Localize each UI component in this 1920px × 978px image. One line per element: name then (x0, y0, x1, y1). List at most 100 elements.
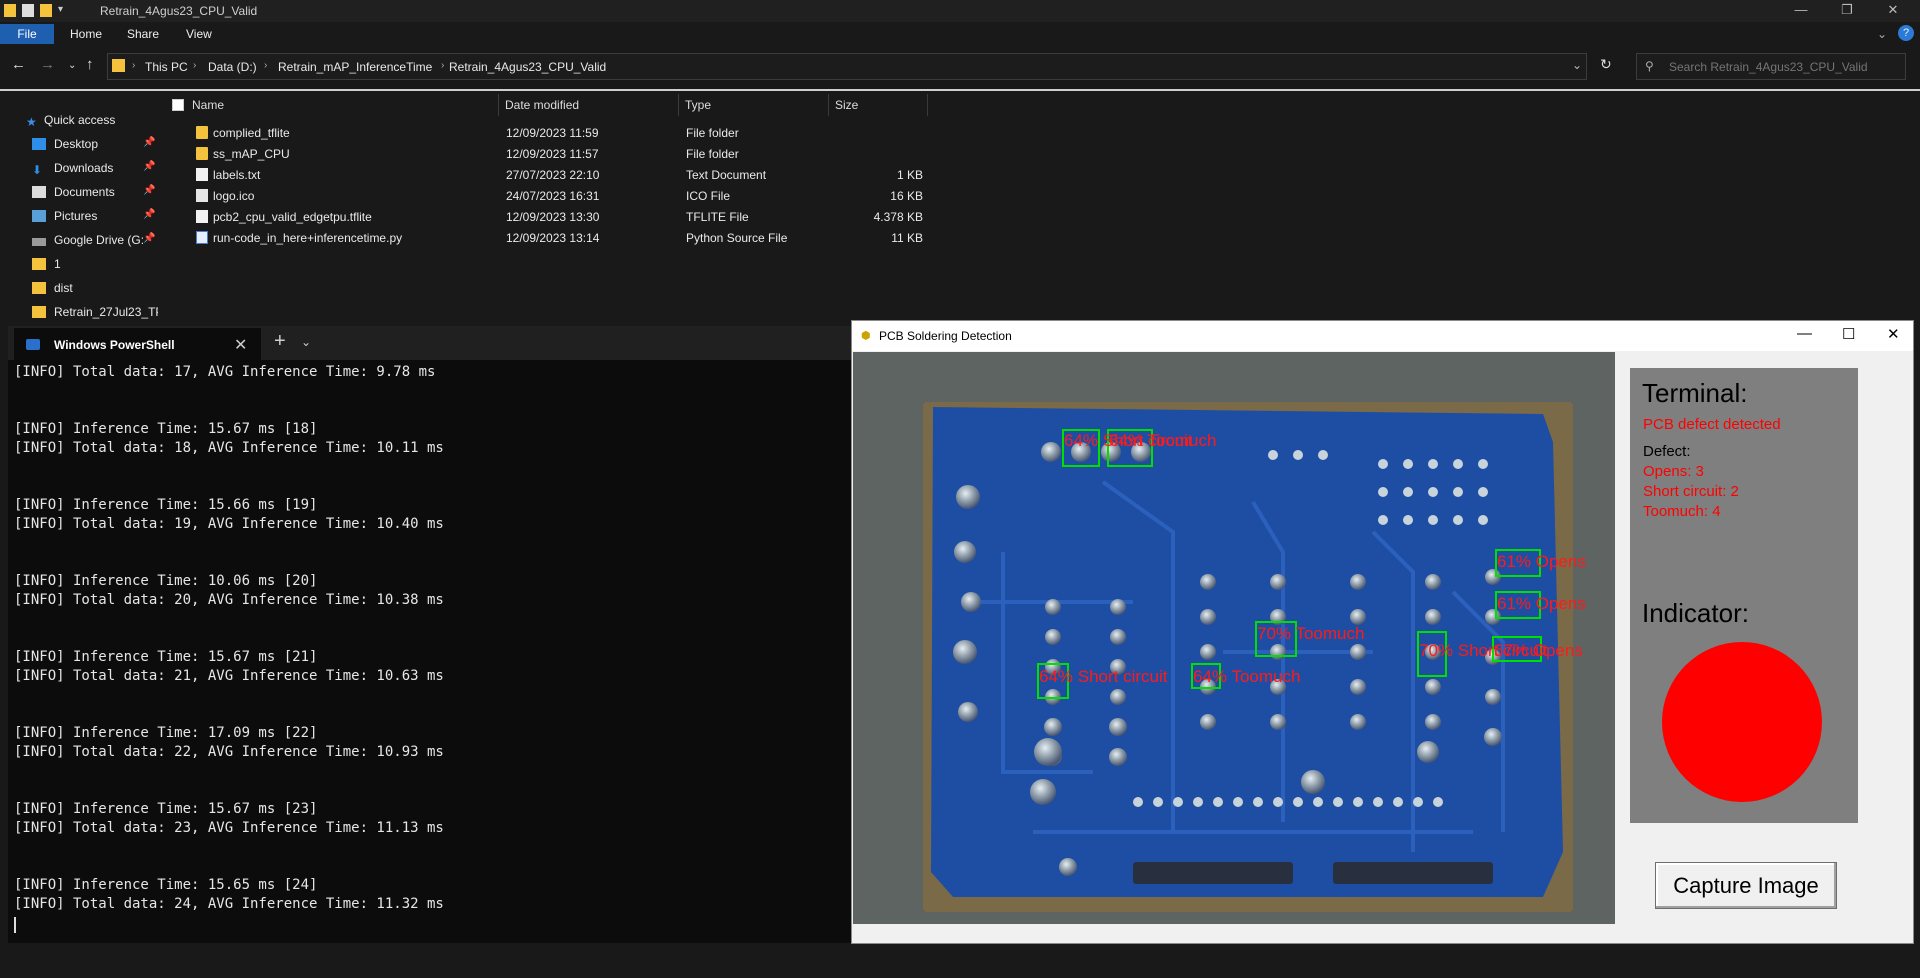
explorer-titlebar: ▾ Retrain_4Agus23_CPU_Valid — ❐ ✕ (0, 0, 1920, 22)
ribbon-expand-icon[interactable]: ⌄ (1877, 27, 1887, 41)
search-input[interactable] (1669, 60, 1899, 74)
tab-share[interactable]: Share (127, 27, 159, 41)
breadcrumb-current-folder[interactable]: Retrain_4Agus23_CPU_Valid (449, 60, 606, 74)
terminal-line: [INFO] Total data: 17, AVG Inference Tim… (14, 364, 436, 380)
pin-icon[interactable]: 📌 (143, 137, 155, 148)
file-row[interactable]: logo.ico 24/07/2023 16:31 ICO File 16 KB (168, 186, 928, 207)
refresh-icon[interactable]: ↻ (1600, 56, 1612, 73)
nav-item-pictures[interactable]: Pictures (32, 206, 97, 226)
detection-label: 70% Toomuch (1257, 624, 1364, 643)
terminal-line: [INFO] Total data: 21, AVG Inference Tim… (14, 668, 444, 684)
nav-item-quick-access[interactable]: ★ Quick access (26, 110, 115, 130)
file-size: 11 KB (891, 231, 923, 245)
terminal-line: [INFO] Total data: 24, AVG Inference Tim… (14, 896, 444, 912)
recent-locations-icon[interactable]: ⌄ (68, 60, 76, 71)
terminal-line: [INFO] Inference Time: 15.66 ms [19] (14, 497, 318, 513)
pin-icon[interactable]: 📌 (143, 209, 155, 220)
breadcrumb-data-drive[interactable]: Data (D:) (208, 60, 257, 74)
select-all-checkbox[interactable] (172, 99, 184, 111)
file-icon (196, 210, 208, 223)
terminal-line: [INFO] Inference Time: 10.06 ms [20] (14, 573, 318, 589)
new-folder-icon[interactable] (40, 4, 52, 17)
column-header-type[interactable]: Type (679, 94, 829, 116)
column-header-name[interactable]: Name (186, 94, 499, 116)
ribbon-tabs: File Home Share View ⌄ ? (0, 22, 1920, 46)
detection-label: 61% Opens (1497, 594, 1586, 613)
properties-icon[interactable] (22, 4, 34, 17)
close-icon[interactable]: ✕ (1870, 0, 1916, 22)
column-header-date[interactable]: Date modified (499, 94, 679, 116)
search-box[interactable]: ⚲ (1636, 53, 1906, 80)
file-row[interactable]: labels.txt 27/07/2023 22:10 Text Documen… (168, 165, 928, 186)
file-type: File folder (686, 147, 739, 161)
detection-label: 61% Opens (1497, 552, 1586, 571)
tab-view[interactable]: View (186, 27, 212, 41)
tab-home[interactable]: Home (70, 27, 102, 41)
breadcrumb-retrain-map[interactable]: Retrain_mAP_InferenceTime (278, 60, 432, 74)
file-name: run-code_in_here+inferencetime.py (213, 231, 403, 245)
chevron-down-icon[interactable]: ▾ (58, 4, 66, 17)
forward-icon[interactable]: → (40, 56, 55, 73)
powershell-window: Windows PowerShell ✕ + ⌄ [INFO] Total da… (8, 326, 851, 943)
address-dropdown-icon[interactable]: ⌄ (1572, 58, 1582, 72)
nav-item-desktop[interactable]: Desktop (32, 134, 98, 154)
toolbar-divider (0, 89, 1920, 91)
tab-file[interactable]: File (0, 24, 54, 44)
nav-item-google-drive[interactable]: Google Drive (G: (32, 230, 158, 250)
detection-label: 64% Toomuch (1109, 431, 1216, 450)
nav-item-downloads[interactable]: ⬇ Downloads (32, 158, 113, 178)
file-name: logo.ico (213, 189, 255, 203)
address-bar[interactable]: › This PC › Data (D:) › Retrain_mAP_Infe… (107, 53, 1587, 80)
tab-windows-powershell[interactable]: Windows PowerShell ✕ (14, 328, 261, 360)
terminal-tab-bar: Windows PowerShell ✕ + ⌄ (8, 326, 851, 360)
pin-icon[interactable]: 📌 (143, 161, 155, 172)
defect-toomuch: Toomuch: 4 (1643, 503, 1721, 520)
breadcrumb-separator: › (132, 60, 136, 71)
nav-item-documents[interactable]: Documents (32, 182, 115, 202)
breadcrumb-separator: › (193, 60, 197, 71)
close-tab-icon[interactable]: ✕ (234, 335, 247, 355)
app-logo-icon: ⬢ (861, 330, 871, 342)
restore-icon[interactable]: ❐ (1824, 0, 1870, 22)
close-icon[interactable]: ✕ (1887, 325, 1900, 343)
nav-item-retrain-27jul[interactable]: Retrain_27Jul23_TPU (32, 302, 158, 322)
file-row[interactable]: run-code_in_here+inferencetime.py 12/09/… (168, 228, 928, 249)
file-row[interactable]: ss_mAP_CPU 12/09/2023 11:57 File folder (168, 144, 928, 165)
minimize-icon[interactable]: — (1778, 0, 1824, 22)
nav-item-1[interactable]: 1 (32, 254, 61, 274)
capture-image-button[interactable]: Capture Image (1655, 862, 1837, 909)
file-date: 12/09/2023 13:14 (506, 231, 600, 245)
nav-item-dist[interactable]: dist (32, 278, 73, 298)
documents-icon (32, 186, 46, 198)
breadcrumb-this-pc[interactable]: This PC (145, 60, 188, 74)
file-date: 12/09/2023 11:59 (506, 126, 599, 140)
chevron-down-icon[interactable]: ⌄ (301, 335, 311, 349)
folder-icon (196, 126, 208, 139)
back-icon[interactable]: ← (11, 56, 26, 73)
folder-icon[interactable] (4, 4, 16, 17)
search-icon: ⚲ (1645, 59, 1654, 73)
up-icon[interactable]: ↑ (86, 56, 94, 73)
file-type: File folder (686, 126, 739, 140)
terminal-line: [INFO] Inference Time: 15.67 ms [21] (14, 649, 318, 665)
tab-title: Windows PowerShell (54, 338, 175, 352)
pin-icon[interactable]: 📌 (143, 185, 155, 196)
file-row[interactable]: complied_tflite 12/09/2023 11:59 File fo… (168, 123, 928, 144)
file-row[interactable]: pcb2_cpu_valid_edgetpu.tflite 12/09/2023… (168, 207, 928, 228)
file-type: ICO File (686, 189, 731, 203)
maximize-icon[interactable]: ☐ (1842, 325, 1855, 343)
column-header-size[interactable]: Size (829, 94, 928, 116)
defect-label: Defect: (1643, 443, 1691, 460)
breadcrumb-separator: › (441, 60, 445, 71)
pcb-detection-window: ⬢ PCB Soldering Detection — ☐ ✕ 64% Shor… (851, 320, 1914, 944)
terminal-line: [INFO] Total data: 19, AVG Inference Tim… (14, 516, 444, 532)
minimize-icon[interactable]: — (1797, 325, 1812, 342)
file-size: 4.378 KB (873, 210, 923, 224)
desktop-icon (32, 138, 46, 150)
new-tab-icon[interactable]: + (274, 330, 286, 353)
help-icon[interactable]: ? (1898, 25, 1914, 41)
terminal-line: [INFO] Total data: 20, AVG Inference Tim… (14, 592, 444, 608)
window-title: Retrain_4Agus23_CPU_Valid (100, 4, 258, 18)
address-row: ← → ⌄ ↑ › This PC › Data (D:) › Retrain_… (0, 50, 1920, 84)
pin-icon[interactable]: 📌 (143, 233, 155, 244)
